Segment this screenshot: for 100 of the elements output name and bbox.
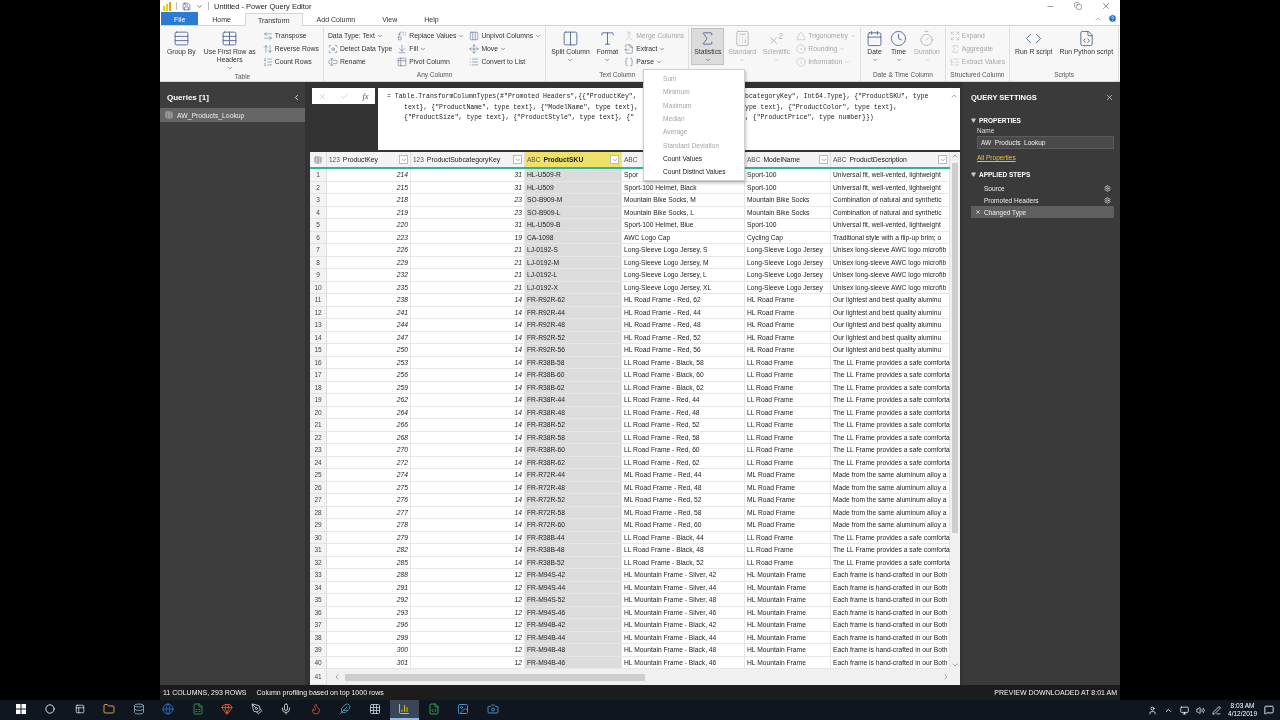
- save-icon[interactable]: [182, 1, 191, 11]
- notifications-icon[interactable]: [1264, 705, 1274, 715]
- numbered-list-icon: [262, 56, 273, 67]
- triangle-icon: [796, 30, 807, 41]
- caret-icon: [871, 56, 878, 63]
- gem-icon: [221, 703, 234, 715]
- delete-step-icon[interactable]: [975, 209, 981, 215]
- caret-icon: [923, 56, 930, 63]
- collapse-icon[interactable]: [292, 93, 301, 102]
- microphone-icon: [280, 703, 293, 715]
- table-icon: [165, 111, 173, 119]
- calculator-icon: [733, 30, 751, 47]
- scroll-left-icon[interactable]: [333, 673, 341, 681]
- caret-icon: [739, 56, 746, 63]
- feather-icon: [339, 703, 352, 715]
- file-icon: [624, 43, 635, 54]
- pane-title: Queries [1]: [167, 93, 209, 102]
- code-file-icon: [1077, 30, 1095, 47]
- filter-button[interactable]: [819, 155, 828, 164]
- swap-arrows-icon: [262, 30, 273, 41]
- scroll-down-icon[interactable]: [951, 661, 959, 669]
- bar-chart-icon: [398, 703, 411, 715]
- table-icon: [314, 155, 322, 164]
- settings-icon[interactable]: [1104, 184, 1111, 192]
- caret-icon: [704, 56, 711, 63]
- camera-icon: [486, 703, 499, 715]
- filter-button[interactable]: [938, 155, 947, 164]
- flame-icon: [309, 703, 322, 715]
- globe-icon: [162, 703, 175, 715]
- braces-icon: [624, 56, 635, 67]
- text-cursor-icon: [327, 56, 338, 67]
- code-file-icon: [427, 703, 440, 715]
- caret-icon: [604, 56, 611, 63]
- expanded-triangle-icon[interactable]: [971, 118, 976, 123]
- grid-icon: [368, 703, 381, 715]
- calendar-icon: [866, 30, 884, 47]
- expand-icon: [949, 30, 960, 41]
- task-view-icon[interactable]: [74, 704, 85, 714]
- taskbar-app[interactable]: [389, 700, 419, 720]
- image-icon: [457, 703, 470, 715]
- up-down-arrows-icon: [262, 43, 273, 54]
- folder-icon: [103, 703, 116, 715]
- caret-icon: [376, 32, 383, 39]
- scroll-up-icon[interactable]: [951, 152, 959, 160]
- volume-icon[interactable]: [1196, 705, 1206, 715]
- scrollbar-thumb[interactable]: [952, 163, 958, 533]
- caret-icon: [895, 56, 902, 63]
- fx-label[interactable]: fx: [362, 91, 369, 101]
- caret-icon: [611, 156, 618, 163]
- caret-icon: [820, 156, 827, 163]
- caret-icon: [226, 64, 233, 71]
- app-logo-icon: [163, 1, 171, 11]
- close-icon[interactable]: [1105, 93, 1114, 102]
- windows-start-icon[interactable]: [15, 704, 26, 714]
- people-icon[interactable]: [1148, 705, 1158, 715]
- scrollbar-thumb[interactable]: [345, 673, 645, 681]
- collapse-formula-icon[interactable]: [950, 92, 958, 100]
- expanded-triangle-icon[interactable]: [971, 172, 976, 177]
- text-format-icon: [599, 30, 616, 47]
- replace-icon: [397, 30, 408, 41]
- pen-icon: [250, 703, 263, 715]
- filter-button[interactable]: [610, 155, 619, 164]
- caret-icon: [420, 45, 426, 52]
- circle-dot-icon: [796, 43, 807, 54]
- network-icon[interactable]: [1180, 705, 1190, 715]
- caret-icon: [773, 56, 780, 63]
- customize-caret-icon[interactable]: [196, 2, 203, 10]
- settings-icon[interactable]: [1104, 196, 1111, 204]
- database-icon: [132, 703, 145, 715]
- columns-icon: [469, 30, 480, 41]
- filter-button[interactable]: [513, 155, 522, 164]
- sigma-icon: [949, 43, 960, 54]
- table-menu-button[interactable]: [310, 152, 327, 167]
- table-icon: [397, 56, 408, 67]
- columns-icon: [561, 30, 579, 47]
- caret-icon: [535, 32, 542, 39]
- list-icon: [469, 56, 480, 67]
- caret-icon: [400, 156, 407, 163]
- down-arrow-icon: [397, 43, 408, 54]
- check-icon[interactable]: [340, 91, 350, 101]
- scroll-right-icon[interactable]: [942, 673, 950, 681]
- merge-icon: [624, 30, 635, 41]
- caret-icon: [939, 156, 946, 163]
- scan-icon: [327, 43, 338, 54]
- pen-icon[interactable]: [1212, 705, 1222, 715]
- spreadsheet-icon: [191, 703, 204, 715]
- caret-icon: [458, 32, 465, 39]
- restore-icon: [1074, 2, 1082, 10]
- table-icon: [221, 30, 239, 47]
- caret-icon: [567, 56, 574, 63]
- filter-button[interactable]: [399, 155, 408, 164]
- search-icon[interactable]: [45, 704, 56, 714]
- help-icon[interactable]: [1108, 14, 1117, 23]
- rows-icon: [172, 30, 190, 47]
- caret-icon: [514, 156, 521, 163]
- move-icon: [469, 43, 480, 54]
- clock-icon: [890, 30, 908, 47]
- list-tree-icon: [949, 56, 960, 67]
- superscript-icon: [768, 30, 786, 47]
- close-icon: [1101, 1, 1111, 11]
